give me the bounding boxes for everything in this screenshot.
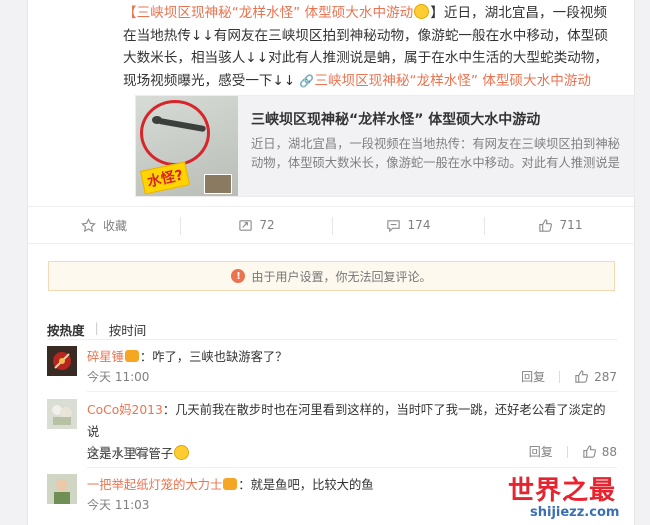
share-desc-line1: 近日，湖北宜昌，一段视频在当地热传：有网友在三峡坝区拍到神秘: [251, 137, 620, 151]
comment-like-count: 287: [594, 369, 617, 384]
repost-count: 72: [259, 218, 275, 232]
comment-like-count: 88: [601, 444, 617, 459]
thumbs-up-icon: [538, 217, 554, 233]
star-icon: [81, 217, 97, 233]
notice-text: 由于用户设置，你无法回复评论。: [251, 269, 432, 284]
comment-count: 174: [407, 218, 431, 232]
favorite-label: 收藏: [102, 218, 127, 233]
warning-icon: !: [231, 269, 246, 283]
share-description: 近日，湖北宜昌，一段视频在当地热传：有网友在三峡坝区拍到神秘 动物，体型硕大数米…: [251, 135, 621, 173]
comment-ops: 回复 88: [529, 443, 617, 460]
watermark-url: shijiezz.com: [530, 505, 620, 520]
comment-body: 碎星锤 ：咋了，三峡也缺游客了？: [87, 346, 617, 368]
tab-separator: |: [94, 320, 99, 335]
avatar[interactable]: [47, 474, 77, 504]
sort-divider: [47, 339, 617, 340]
comment-icon: [386, 217, 402, 233]
comment-button[interactable]: 174: [332, 207, 484, 243]
post-text: 【三峡坝区现神秘“龙样水怪” 体型硕大水中游动 】近日，湖北宜昌，一段视频 在当地…: [123, 2, 633, 92]
favorite-button[interactable]: 收藏: [28, 207, 180, 243]
weibo-post-card: 【三峡坝区现神秘“龙样水怪” 体型硕大水中游动 】近日，湖北宜昌，一段视频 在当地…: [27, 0, 636, 525]
post-topic[interactable]: 【三峡坝区现神秘“龙样水怪” 体型硕大水中游动: [123, 5, 413, 21]
vip-badge-icon: [124, 350, 139, 362]
ops-separator: [566, 445, 568, 458]
like-button[interactable]: 711: [484, 207, 636, 243]
post-link[interactable]: 三峡坝区现神秘“龙样水怪” 体型硕大水中游动: [314, 73, 591, 89]
comment-username[interactable]: 一把举起纸灯笼的大力士: [87, 478, 222, 492]
post-line3: 大数米长，相当骇人↓↓对此有人推测说是蚺，属于在水中生活的大型蛇类动物，: [123, 50, 608, 66]
share-thumbnail[interactable]: 水怪?: [136, 96, 238, 196]
comment-username[interactable]: CoCo妈2013: [87, 403, 163, 417]
thumbs-up-icon: [583, 445, 596, 458]
comment-like-button[interactable]: 88: [582, 444, 617, 459]
comment-text: ：就是鱼吧，比较大的鱼: [238, 478, 374, 492]
share-title[interactable]: 三峡坝区现神秘“龙样水怪” 体型硕大水中游动: [251, 109, 540, 129]
comment-text: ：咋了，三峡也缺游客了？: [139, 350, 288, 364]
comment-like-button[interactable]: 287: [574, 369, 617, 384]
comment-username[interactable]: 碎星锤: [87, 350, 124, 364]
comment-ops: 回复 287: [521, 368, 617, 385]
like-count: 711: [559, 218, 583, 232]
tab-sort-hot[interactable]: 按热度: [47, 320, 85, 339]
comment-item: 碎星锤 ：咋了，三峡也缺游客了？ 今天 11:00 回复 287: [47, 346, 617, 396]
thumb-label: 水怪?: [140, 161, 191, 195]
avatar[interactable]: [47, 399, 77, 429]
reply-restriction-notice: ! 由于用户设置，你无法回复评论。: [48, 261, 615, 291]
reply-button[interactable]: 回复: [521, 368, 545, 385]
action-bar: 收藏 72 174 711: [28, 206, 636, 244]
thumbs-up-icon: [575, 370, 589, 383]
link-icon: 🔗: [299, 73, 315, 88]
avatar[interactable]: [47, 346, 77, 376]
comment-time: 今天 11:03: [87, 498, 150, 512]
red-circle-marker: [140, 100, 210, 166]
comment-divider: [87, 391, 617, 392]
laughing-emoji-icon: [174, 445, 190, 460]
repost-icon: [237, 217, 253, 233]
comment-time: 今天 11:00: [87, 370, 150, 384]
post-line1: 】近日，湖北宜昌，一段视频: [430, 5, 607, 21]
watermark-main: 世界之最: [508, 476, 617, 506]
reply-button[interactable]: 回复: [529, 443, 553, 460]
surprised-emoji-icon: [414, 4, 430, 19]
site-watermark: 世界之最 shijiezz.com: [508, 470, 648, 524]
cat-sticker: [204, 174, 232, 194]
comment-divider: [87, 467, 617, 468]
post-line2: 在当地热传↓↓有网友在三峡坝区拍到神秘动物，像游蛇一般在水中移动，体型硕: [123, 27, 608, 44]
comment-time: 今天 11:02: [87, 445, 150, 459]
tab-sort-time[interactable]: 按时间: [109, 320, 147, 339]
comment-sort-tabs: 按热度 | 按时间: [47, 320, 156, 339]
comment-item: CoCo妈2013：几天前我在散步时也在河里看到这样的，当时吓了我一跳，还好老公…: [47, 399, 617, 469]
post-line4: 现场视频曝光，感受一下↓↓: [123, 72, 296, 89]
repost-button[interactable]: 72: [180, 207, 332, 243]
vip-badge-icon: [223, 478, 238, 490]
share-card[interactable]: 水怪? 三峡坝区现神秘“龙样水怪” 体型硕大水中游动 近日，湖北宜昌，一段视频在…: [135, 95, 635, 197]
ops-separator: [559, 370, 561, 383]
comment-text: ：几天前我在散步时也在河里看到这样的，当时吓了我一跳，还好老公看了淡定的说: [87, 403, 606, 439]
share-desc-line2: 动物，体型硕大数米长，像游蛇一般在水中移动。对此有人推测说是: [251, 156, 620, 170]
